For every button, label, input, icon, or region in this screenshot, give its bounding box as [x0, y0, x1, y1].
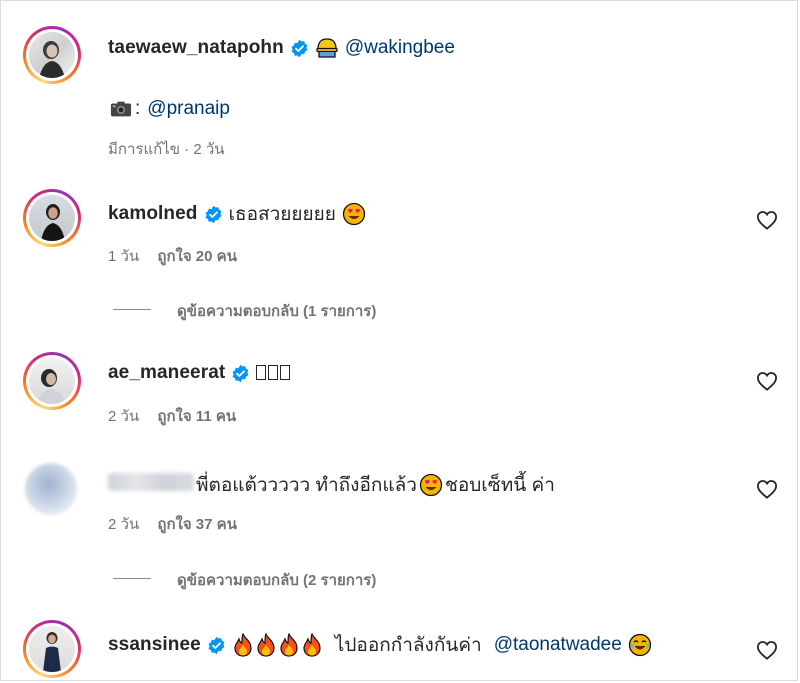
view-replies-button[interactable]: ดูข้อความตอบกลับ (1 รายการ) [177, 299, 376, 323]
comment-meta: 2 วัน ถูกใจ 11 คน [108, 404, 236, 428]
caption-username[interactable]: taewaew_natapohn [108, 37, 284, 59]
avatar[interactable] [23, 189, 81, 247]
blurred-username[interactable] [108, 473, 194, 491]
fire-emoji [234, 633, 252, 657]
heart-icon[interactable] [756, 640, 778, 660]
heart-icon[interactable] [756, 479, 778, 499]
comment-username[interactable]: ssansinee [108, 634, 201, 656]
like-count[interactable]: ถูกใจ 11 คน [157, 408, 236, 425]
heart-icon[interactable] [756, 371, 778, 391]
avatar[interactable] [23, 26, 81, 84]
comment-text-continued: ชอบเซ็ทนี้ ค่า [444, 475, 555, 496]
comment-meta: 1 วัน ถูกใจ 20 คน [108, 244, 237, 268]
verified-badge-icon [232, 364, 249, 382]
caption-mention[interactable]: @wakingbee [345, 37, 455, 59]
unrendered-emoji-glyphs [256, 364, 292, 382]
reply-divider [113, 309, 151, 310]
reply-divider [113, 578, 151, 579]
fire-emoji [257, 633, 275, 657]
caption-photographer-mention[interactable]: @pranaip [147, 98, 230, 120]
comment-time: 1 วัน [108, 248, 140, 265]
comment-text: ไปออกกำลังกันค่า [334, 635, 482, 656]
verified-badge-icon [208, 636, 225, 654]
tears-of-joy-emoji [628, 633, 651, 657]
verified-badge-icon [205, 205, 221, 223]
heart-eyes-emoji [419, 473, 443, 497]
comment-username[interactable]: ae_maneerat [108, 362, 225, 384]
comment-time: 2 วัน [108, 408, 140, 425]
caption-meta: มีการแก้ไข · 2 วัน [108, 141, 225, 158]
construction-worker-emoji [316, 38, 338, 58]
fire-emoji-group [232, 633, 323, 657]
heart-eyes-emoji [342, 202, 366, 226]
avatar[interactable] [25, 463, 77, 515]
comment-mention[interactable]: @taonatwadee [494, 634, 622, 656]
comment-username[interactable]: kamolned [108, 203, 198, 225]
avatar[interactable] [23, 620, 81, 678]
fire-emoji [303, 633, 321, 657]
heart-icon[interactable] [756, 210, 778, 230]
like-count[interactable]: ถูกใจ 20 คน [157, 248, 237, 265]
caption-camera-prefix: : [135, 98, 141, 119]
comment-meta: 2 วัน ถูกใจ 37 คน [108, 512, 237, 536]
comment-text: พี่ตอแต้ววววว ทำถึงอีกแล้ว [196, 475, 417, 496]
like-count[interactable]: ถูกใจ 37 คน [157, 516, 237, 533]
camera-icon [110, 101, 132, 117]
comment-time: 2 วัน [108, 516, 140, 533]
comment-text: เธอสวยยยยย [228, 204, 336, 225]
avatar[interactable] [23, 352, 81, 410]
verified-badge-icon [291, 39, 308, 57]
fire-emoji [280, 633, 298, 657]
view-replies-button[interactable]: ดูข้อความตอบกลับ (2 รายการ) [177, 568, 376, 592]
